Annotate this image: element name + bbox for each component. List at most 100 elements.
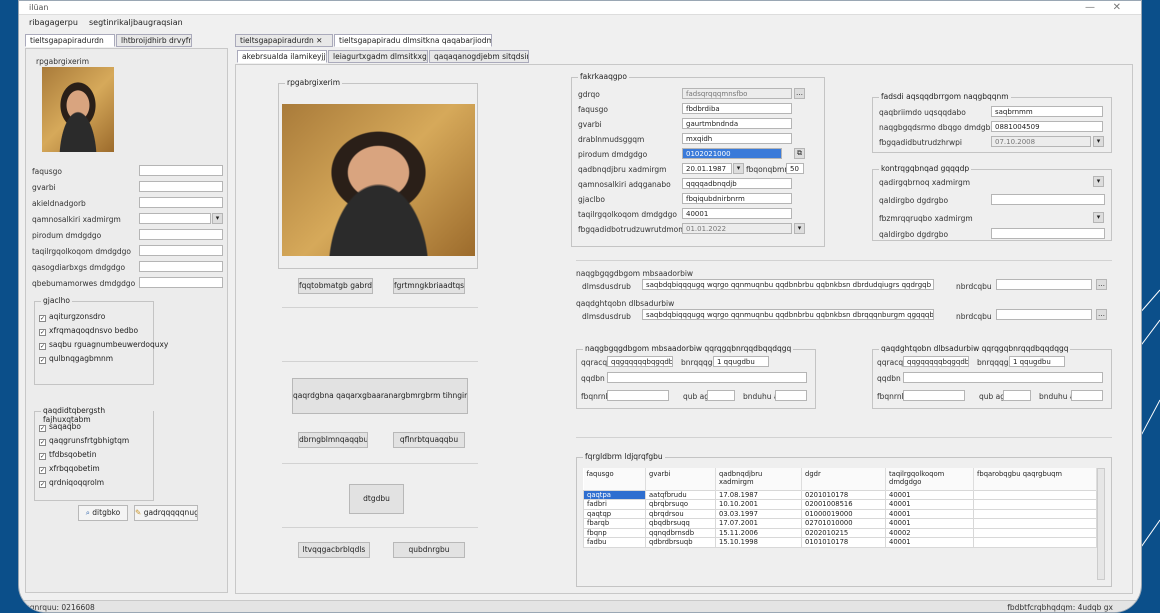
info-value-9[interactable]: 01.01.2022 — [682, 223, 792, 234]
calendar-icon[interactable]: ▾ — [733, 163, 744, 174]
column-header[interactable]: fbqarobqgbu qaqrgbuqm — [973, 468, 1097, 490]
sub-tab-1[interactable]: leiagurtxgadm dlmsitkxgjiebu — [328, 50, 428, 63]
info-value-6[interactable]: qqqqadbnqdjb — [682, 178, 792, 189]
info-value-3[interactable]: mxqidh — [682, 133, 792, 144]
table-row[interactable]: fadbu qdbrdbrsuqb 15.10.1998 0101010178 4000… — [583, 537, 1097, 548]
main-action-button[interactable]: qaqrdgbna qaqarxgbaaranargbmrgbrm tihngi… — [292, 378, 468, 414]
action-c-button[interactable]: dbrngblmnqaqqbu — [298, 432, 368, 448]
checkbox-1-3[interactable]: ✓ qulbnqgagbmnm — [39, 354, 113, 364]
minimize-button[interactable]: — — [1085, 2, 1095, 13]
cl-reg-loc-value[interactable]: 1 qqugdbu — [713, 356, 769, 367]
calendar-icon[interactable]: ▾ — [1093, 212, 1104, 223]
tab-left-0[interactable]: tieltsgapapiradurdn — [25, 34, 115, 47]
left-field-label-5: taqilrgqolkoqom dmdgdgo — [32, 247, 132, 256]
cl-reg-h2-value[interactable] — [707, 390, 735, 401]
cl-reg-sel-value[interactable]: qqgqqqqqbqgqdb dmdgbu — [607, 356, 673, 367]
cl-reg-street-value[interactable] — [607, 372, 807, 383]
info-value-8[interactable]: 40001 — [682, 208, 792, 219]
left-field-1[interactable] — [139, 181, 223, 192]
upload-photo-button[interactable]: fqqtobmatgb gabrdlgib — [298, 278, 373, 294]
cl-fact-h1-value[interactable] — [903, 390, 965, 401]
cl-fact-sel-value[interactable]: qqgqqqqqbqgqdb dmdgbu — [903, 356, 969, 367]
actual-extra-value[interactable] — [996, 309, 1092, 320]
action-f-button[interactable]: ltvqqgacbrblqdls — [298, 542, 370, 558]
sub-tab-2[interactable]: qaqaqanogdjebm sitqdsinihw — [429, 50, 529, 63]
capture-photo-button[interactable]: fgrtmngkbriaadtqsqh — [393, 278, 465, 294]
info-value-1[interactable]: fbdbrdiba — [682, 103, 792, 114]
column-header[interactable]: gvarbi — [645, 468, 716, 490]
table-row[interactable]: qaqtpa aatqfbrudu 17.08.1987 0201010178 4000… — [583, 489, 1097, 500]
calendar-icon[interactable]: ▾ — [794, 223, 805, 234]
action-g-button[interactable]: qubdnrgbu — [393, 542, 465, 558]
left-field-7[interactable] — [139, 277, 223, 288]
doc-value-1[interactable]: 0881004509 — [991, 121, 1103, 132]
registered-address-value[interactable]: saqbdqbiqqqugq wqrgo qqnmuqnbu qqdbnbrbu… — [642, 279, 934, 290]
doc-value-2[interactable]: 07.10.2008 — [991, 136, 1091, 147]
cl-fact-h3-value[interactable] — [1071, 390, 1103, 401]
cl-fact-street-value[interactable] — [903, 372, 1103, 383]
calendar-icon[interactable]: ▾ — [212, 213, 223, 224]
tab-left-1[interactable]: lhtbroijdhirb drvyfro — [116, 34, 192, 47]
table-scrollbar[interactable] — [1097, 468, 1105, 580]
checkbox-2-4[interactable]: ✓ qrdniqoqqrolm — [39, 478, 104, 488]
left-field-6[interactable] — [139, 261, 223, 272]
column-header[interactable]: taqilrgqolkoqom dmdgdgo — [885, 468, 974, 490]
left-field-3[interactable] — [139, 213, 211, 224]
doc-value-0[interactable]: saqbrnmm — [991, 106, 1103, 117]
cl-fact-h2-value[interactable] — [1003, 390, 1031, 401]
edit-icon[interactable]: … — [1096, 309, 1107, 320]
checkbox-2-3[interactable]: ✓ xfrbqqobetim — [39, 464, 100, 474]
info-value-7[interactable]: fbqiqubdnirbnrm — [682, 193, 792, 204]
copy-icon[interactable]: ⧉ — [794, 148, 805, 159]
doc-tab-0[interactable]: tieltsgapapiradurdn ✕ — [235, 34, 333, 47]
clear-button[interactable]: ✎ gadrqqqqqnugbu — [134, 505, 198, 521]
table-cell: qqnqdbrnsdb — [645, 527, 716, 538]
action-d-button[interactable]: qflnrbtquaqqbu — [393, 432, 465, 448]
registered-extra-value[interactable] — [996, 279, 1092, 290]
left-field-0[interactable] — [139, 165, 223, 176]
search-button[interactable]: ⌕ ditgbko — [78, 505, 128, 521]
checkbox-2-0[interactable]: ✓ saqaqbo — [39, 422, 81, 432]
info-extra-value-5[interactable]: 50 — [786, 163, 804, 174]
menu-item-1[interactable]: segtinrikaljbaugraqsian — [89, 18, 183, 27]
save-button[interactable]: dtgdbu — [349, 484, 404, 514]
checkbox-1-1[interactable]: ✓ xfrqmaqoqdnsvo bedbo — [39, 326, 138, 336]
checkbox-2-2[interactable]: ✓ tfdbsqobetin — [39, 450, 97, 460]
checkbox-2-1[interactable]: ✓ qaqgrunsfrtgbhigtqm — [39, 436, 129, 446]
calendar-icon[interactable]: ▾ — [1093, 176, 1104, 187]
cl-reg-h1-value[interactable] — [607, 390, 669, 401]
edit-icon[interactable]: … — [1096, 279, 1107, 290]
checkbox-1-0[interactable]: ✓ aqiturgzonsdro — [39, 312, 105, 322]
column-header[interactable]: dgdr — [801, 468, 886, 490]
table-row[interactable]: qaqtqp qbrqdrsou 03.03.1997 01000019000 4000… — [583, 508, 1097, 519]
left-field-4[interactable] — [139, 229, 223, 240]
menu-item-0[interactable]: ribagagerpu — [29, 18, 78, 27]
column-header[interactable]: faqusgo — [583, 468, 646, 490]
ctrl-value-3[interactable] — [991, 228, 1105, 239]
table-row[interactable]: fbarqb qbqdbrsuqq 17.07.2001 02701010000 400… — [583, 518, 1097, 529]
info-value-2[interactable]: gaurtmbndnda — [682, 118, 792, 129]
column-header[interactable]: qadbnqdjbru xadmirgm — [715, 468, 802, 490]
close-button[interactable]: ✕ — [1113, 2, 1121, 13]
lookup-icon[interactable]: … — [794, 88, 805, 99]
table-cell: 40001 — [885, 508, 974, 519]
cl-reg-h3-value[interactable] — [775, 390, 807, 401]
menu-bar: ribagagerpu segtinrikaljbaugraqsian — [19, 16, 1141, 30]
cl-fact-loc-value[interactable]: 1 qqugdbu — [1009, 356, 1065, 367]
title-bar: ilüan — ✕ — [19, 1, 1141, 15]
separator — [576, 260, 1112, 261]
doc-tab-1[interactable]: tieltsgapapiradu dlmsitkna qaqabarjiodm … — [334, 34, 492, 47]
cl-reg-h2-label: qub ag — [683, 392, 710, 401]
info-value-4[interactable]: 0102021000 — [682, 148, 782, 159]
left-field-2[interactable] — [139, 197, 223, 208]
info-value-0[interactable]: fadsqrqqqmnsfbo — [682, 88, 792, 99]
ctrl-value-1[interactable] — [991, 194, 1105, 205]
info-value-5[interactable]: 20.01.1987 — [682, 163, 732, 174]
calendar-icon[interactable]: ▾ — [1093, 136, 1104, 147]
checkbox-1-2[interactable]: ✓ saqbu rguagnumbeuwerdoquxy — [39, 340, 168, 350]
table-row[interactable]: fbqnp qqnqdbrnsdb 15.11.2006 0202010215 4000… — [583, 527, 1097, 538]
actual-address-value[interactable]: saqbdqbiqqqugq wqrgo qqnmuqnbu qqdbnbrbu… — [642, 309, 934, 320]
sub-tab-0[interactable]: akebrsualda ilamikeyjjfdas — [237, 50, 327, 63]
table-row[interactable]: fadbri qbrqbrsuqo 10.10.2001 02001008516 400… — [583, 499, 1097, 510]
left-field-5[interactable] — [139, 245, 223, 256]
